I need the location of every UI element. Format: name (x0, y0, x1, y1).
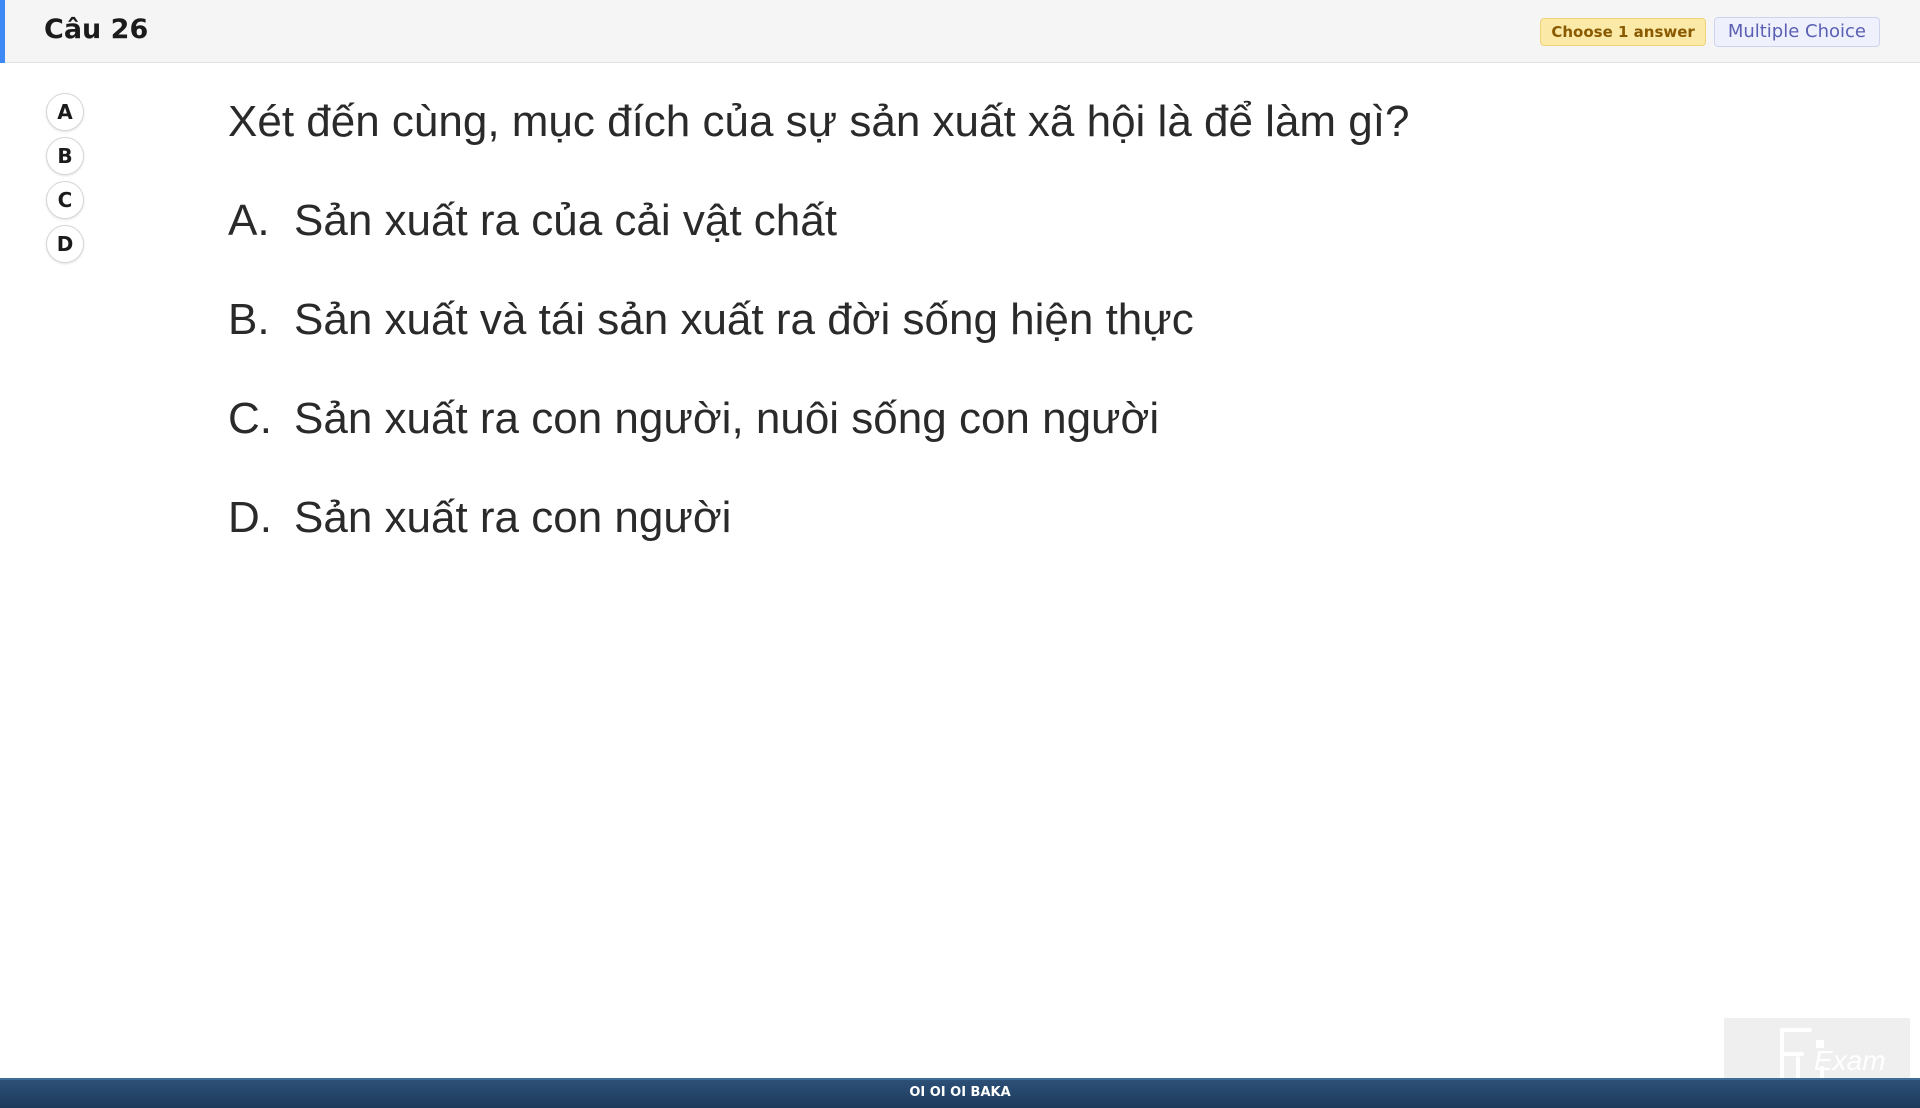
choice-c: C. Sản xuất ra con người, nuôi sống con … (228, 393, 1409, 445)
answer-option-a[interactable]: A (46, 93, 84, 131)
choice-letter: C. (228, 394, 272, 443)
answer-option-b[interactable]: B (46, 137, 84, 175)
footer-text: OI OI OI BAKA (909, 1085, 1011, 1100)
choice-letter: B. (228, 295, 270, 344)
question-number-title: Câu 26 (44, 14, 149, 45)
choose-answer-badge: Choose 1 answer (1540, 18, 1706, 46)
choice-b: B. Sản xuất và tái sản xuất ra đời sống … (228, 294, 1409, 346)
choice-a: A. Sản xuất ra của cải vật chất (228, 195, 1409, 247)
header-accent-bar (0, 0, 5, 63)
choice-text: Sản xuất và tái sản xuất ra đời sống hiệ… (294, 295, 1194, 344)
choice-letter: D. (228, 493, 272, 542)
choice-d: D. Sản xuất ra con người (228, 492, 1409, 544)
choice-text: Sản xuất ra con người (294, 493, 732, 542)
answer-option-d[interactable]: D (46, 225, 84, 263)
question-text: Xét đến cùng, mục đích của sự sản xuất x… (228, 97, 1410, 146)
answer-option-c[interactable]: C (46, 181, 84, 219)
question-content: Xét đến cùng, mục đích của sự sản xuất x… (228, 96, 1409, 544)
choice-text: Sản xuất ra con người, nuôi sống con ngư… (294, 394, 1160, 443)
svg-text:Exam: Exam (1814, 1045, 1886, 1076)
footer-bar: OI OI OI BAKA (0, 1078, 1920, 1108)
question-badges: Choose 1 answer Multiple Choice (1540, 17, 1880, 47)
choice-letter: A. (228, 196, 270, 245)
question-type-badge: Multiple Choice (1713, 17, 1880, 47)
choice-text: Sản xuất ra của cải vật chất (294, 196, 837, 245)
answer-picker: A B C D (46, 93, 84, 263)
question-header: Câu 26 Choose 1 answer Multiple Choice (0, 0, 1920, 63)
